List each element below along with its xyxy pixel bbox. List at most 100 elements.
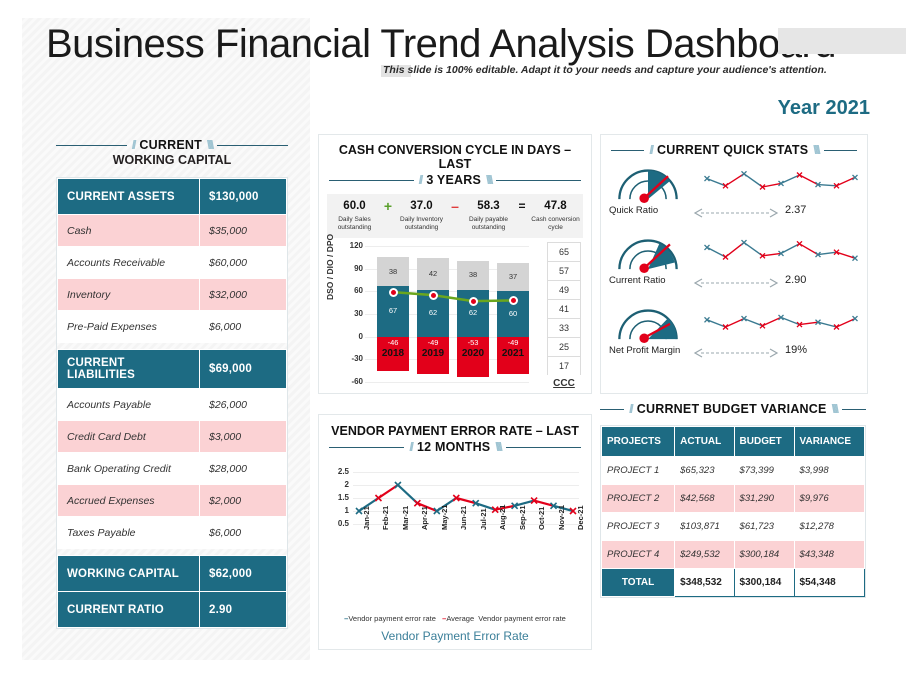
- cash-conversion-cycle-card: CASH CONVERSION CYCLE IN DAYS – LAST // …: [318, 134, 592, 394]
- quick-stat-label: Quick Ratio: [609, 205, 659, 216]
- table-cell: $12,278: [793, 512, 866, 541]
- vendor-axis-title: Vendor Payment Error Rate: [381, 629, 529, 643]
- row-value: $60,000: [198, 246, 288, 279]
- heading-rule-right: [217, 144, 288, 146]
- table-cell: PROJECT 4: [600, 540, 676, 569]
- liabilities-header-label: CURRENT LIABILITIES: [57, 349, 200, 389]
- total-label: WORKING CAPITAL: [57, 555, 200, 592]
- heading-rule-left: [600, 408, 625, 410]
- quick-stat-row: Quick Ratio 2.37: [609, 161, 859, 227]
- row-value: $26,000: [198, 388, 288, 421]
- heading-rule-right: [823, 149, 858, 151]
- vendor-x-tick: Sep-21: [517, 505, 527, 530]
- kpi-ccc-value: 47.8: [544, 200, 567, 212]
- budget-column-header: PROJECTS: [600, 426, 676, 457]
- gauge-icon: [618, 169, 678, 203]
- double-arrow-icon: [693, 208, 779, 218]
- working-capital-heading-line1: CURRENT: [139, 138, 202, 152]
- ratio-label: CURRENT RATIO: [57, 591, 200, 628]
- gauge-icon: [618, 309, 678, 343]
- budget-total-row: TOTAL $348,532 $300,184 $54,348: [600, 568, 866, 597]
- row-label: Accounts Payable: [57, 388, 200, 421]
- table-cell: $65,323: [674, 456, 735, 485]
- table-spacer: [58, 549, 287, 556]
- budget-variance-heading: // CURRNET BUDGET VARIANCE \\\\: [600, 402, 866, 416]
- kpi-dso: 60.0 Daily Sales outstanding: [329, 199, 380, 232]
- kpi-dpo-caption: Daily payable outstanding: [468, 216, 509, 231]
- heading-rule-left: [56, 144, 127, 146]
- budget-column-header: VARIANCE: [793, 426, 866, 457]
- quick-stat-label: Net Profit Margin: [609, 345, 681, 356]
- table-cell: $249,532: [674, 540, 735, 569]
- working-capital-card: // CURRENT \\\\ WORKING CAPITAL CURRENT …: [56, 138, 288, 629]
- ccc-secondary-axis: 65 57 49 41 33 25 17 CCC: [547, 242, 581, 389]
- table-row: Cash $35,000: [57, 214, 288, 247]
- row-label: Accrued Expenses: [57, 484, 200, 517]
- slash-ornament-left-icon: //: [409, 440, 413, 454]
- budget-total-value: $348,532: [674, 568, 735, 597]
- vendor-x-tick: Nov-21: [556, 504, 566, 530]
- page-subtitle: This slide is 100% editable. Adapt it to…: [383, 64, 827, 76]
- budget-column-header: BUDGET: [733, 426, 795, 457]
- table-row: PROJECT 4 $249,532 $300,184 $43,348: [600, 540, 866, 569]
- vendor-x-tick: Jan-21: [362, 506, 371, 530]
- vendor-x-tick: Aug-21: [498, 504, 508, 530]
- table-row: Bank Operating Credit $28,000: [57, 452, 288, 485]
- kpi-ccc-caption: Cash conversion cycle: [531, 216, 580, 231]
- heading-rule-right: [505, 446, 582, 448]
- heading-rule-right: [841, 408, 866, 410]
- vendor-legend-item-2: Average: [446, 614, 475, 623]
- working-capital-table: CURRENT ASSETS $130,000 Cash $35,000 Acc…: [57, 178, 288, 628]
- quick-stats-rows: Quick Ratio 2.37 Current Ratio 2.90 Net Prof…: [601, 161, 867, 367]
- row-label: Cash: [57, 214, 200, 247]
- slash-ornament-right-icon: \\\\: [486, 173, 493, 187]
- liabilities-header-value: $69,000: [198, 349, 288, 389]
- quick-stat-value: 2.90: [785, 274, 807, 286]
- table-cell: PROJECT 3: [600, 512, 676, 541]
- table-cell: $103,871: [674, 512, 735, 541]
- equals-operator-icon: =: [518, 199, 526, 213]
- year-badge: Year 2021: [778, 96, 870, 120]
- kpi-dio-value: 37.0: [410, 200, 433, 212]
- assets-header-value: $130,000: [198, 178, 288, 215]
- title-highlight-bar: [778, 28, 906, 54]
- heading-rule-left: [611, 149, 645, 151]
- row-value: $6,000: [198, 516, 288, 549]
- table-cell: $300,184: [733, 540, 795, 569]
- row-label: Inventory: [57, 278, 200, 311]
- quick-stat-row: Current Ratio 2.90: [609, 231, 859, 297]
- budget-variance-card: // CURRNET BUDGET VARIANCE \\\\ PROJECTS…: [600, 402, 866, 598]
- table-row: Accounts Payable $26,000: [57, 388, 288, 421]
- row-label: Bank Operating Credit: [57, 452, 200, 485]
- kpi-dpo-value: 58.3: [477, 200, 500, 212]
- table-cell: $73,399: [733, 456, 795, 485]
- row-value: $35,000: [198, 214, 288, 247]
- assets-header-label: CURRENT ASSETS: [57, 178, 200, 215]
- working-capital-heading-line2: WORKING CAPITAL: [112, 153, 232, 167]
- kpi-dio: 37.0 Daily Inventory outstanding: [396, 199, 447, 232]
- vendor-heading-line1: VENDOR PAYMENT ERROR RATE – LAST: [331, 424, 579, 438]
- budget-total-value: $54,348: [793, 568, 866, 597]
- kpi-ccc: 47.8 Cash conversion cycle: [530, 199, 581, 232]
- gauge-fill-segment: [648, 243, 675, 270]
- slash-ornament-left-icon: //: [629, 402, 633, 416]
- table-row: Inventory $32,000: [57, 278, 288, 311]
- ccc-heading: CASH CONVERSION CYCLE IN DAYS – LAST // …: [319, 135, 591, 187]
- budget-column-header: ACTUAL: [674, 426, 735, 457]
- ccc-heading-line1: CASH CONVERSION CYCLE IN DAYS – LAST: [338, 143, 572, 171]
- table-row: Accounts Receivable $60,000: [57, 246, 288, 279]
- vendor-legend: –Vendor payment error rate –Average Vend…: [319, 614, 591, 623]
- heading-rule-left: [329, 179, 414, 181]
- table-row: Accrued Expenses $2,000: [57, 484, 288, 517]
- double-arrow-icon: [693, 348, 779, 358]
- quick-stat-value: 19%: [785, 344, 808, 356]
- table-cell: $61,723: [733, 512, 795, 541]
- slash-ornament-right-icon: \\\\: [495, 440, 502, 454]
- gauge-icon: [618, 239, 678, 273]
- vendor-x-tick: Mar-21: [400, 505, 410, 530]
- table-row: PROJECT 3 $103,871 $61,723 $12,278: [600, 512, 866, 541]
- row-label: Accounts Receivable: [57, 246, 200, 279]
- quick-stats-heading-text: CURRENT QUICK STATS: [657, 143, 809, 157]
- table-row: Credit Card Debt $3,000: [57, 420, 288, 453]
- ccc-line-marker: [428, 290, 438, 300]
